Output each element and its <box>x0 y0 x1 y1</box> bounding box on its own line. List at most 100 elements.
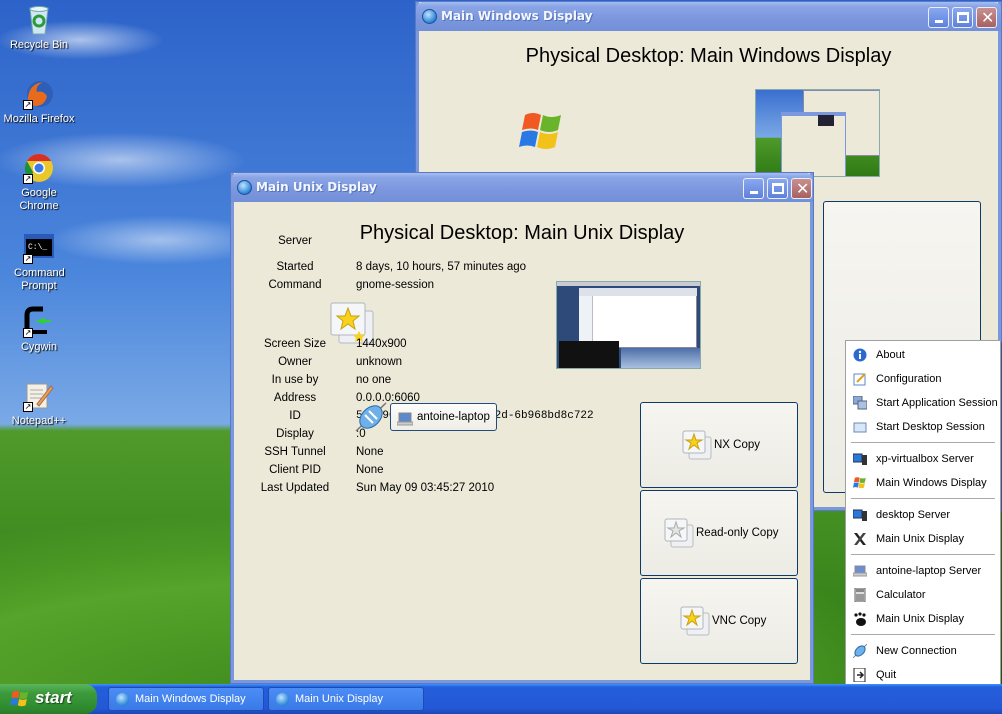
detail-label: Started <box>276 261 314 273</box>
desktop-session-icon <box>853 420 867 434</box>
tray-context-menu[interactable]: About Configuration Start Application Sess… <box>845 340 1001 712</box>
windows-logo-icon <box>853 476 867 490</box>
desktop-icon-label: Recycle Bin <box>9 39 69 51</box>
button-label: VNC Copy <box>712 615 767 627</box>
detail-label: Screen Size <box>263 338 326 350</box>
maximize-button[interactable] <box>767 178 788 199</box>
menu-separator <box>851 634 995 635</box>
app-icon <box>422 9 437 24</box>
shortcut-arrow-icon: ↗ <box>23 174 33 184</box>
vnc-copy-icon <box>679 605 711 640</box>
menu-separator <box>851 498 995 499</box>
menu-item-label: desktop Server <box>876 509 950 521</box>
detail-label: ID <box>289 410 301 422</box>
desktop-icon-command-prompt[interactable]: C:\_ ↗ Command Prompt <box>0 232 78 293</box>
svg-text:C:\_: C:\_ <box>28 243 47 252</box>
start-label: start <box>35 688 72 707</box>
menu-item-xp-virtualbox-server[interactable]: xp-virtualbox Server <box>846 447 1000 471</box>
minimize-button[interactable] <box>743 178 764 199</box>
window-titlebar[interactable]: Main Windows Display ✕ <box>416 2 1001 31</box>
menu-item-start-application-session[interactable]: Start Application Session <box>846 391 1000 415</box>
laptop-icon <box>852 564 868 578</box>
taskbar-button-main-windows-display[interactable]: Main Windows Display <box>108 687 264 711</box>
shortcut-arrow-icon: ↗ <box>23 328 33 338</box>
detail-label: Last Updated <box>260 482 330 494</box>
menu-item-label: Start Application Session <box>876 397 998 409</box>
gnome-foot-icon <box>853 612 867 626</box>
detail-label: Server <box>278 235 312 247</box>
menu-item-label: antoine-laptop Server <box>876 565 982 577</box>
detail-label: SSH Tunnel <box>264 446 326 458</box>
desktop-icon-label: Cygwin <box>20 341 58 353</box>
detail-value: Sun May 09 03:45:27 2010 <box>356 482 495 494</box>
server-link-button[interactable]: antoine-laptop <box>390 403 497 431</box>
shortcut-arrow-icon: ↗ <box>23 100 33 110</box>
detail-value: None <box>356 464 384 476</box>
detail-value: gnome-session <box>356 279 434 291</box>
detail-label: Display <box>276 428 314 440</box>
menu-item-about[interactable]: About <box>846 343 1000 367</box>
window-titlebar[interactable]: Main Unix Display ✕ <box>231 173 813 202</box>
start-button[interactable]: start <box>0 684 97 714</box>
menu-item-label: Configuration <box>876 373 942 385</box>
server-name: antoine-laptop <box>417 411 490 423</box>
nx-copy-button[interactable]: NX Copy <box>640 402 798 488</box>
server-icon <box>852 452 867 466</box>
menu-item-main-unix-display[interactable]: Main Unix Display <box>846 527 1000 551</box>
detail-label: Owner <box>278 356 312 368</box>
close-button[interactable]: ✕ <box>791 178 812 199</box>
menu-item-new-connection[interactable]: New Connection <box>846 639 1000 663</box>
detail-row: Client PID None <box>234 464 634 480</box>
detail-row: Last Updated Sun May 09 03:45:27 2010 <box>234 482 634 498</box>
task-label: Main Windows Display <box>135 693 246 705</box>
menu-item-main-unix-display[interactable]: Main Unix Display <box>846 607 1000 631</box>
command-prompt-icon: C:\_ ↗ <box>23 232 55 264</box>
button-label: Read-only Copy <box>696 527 779 539</box>
menu-item-label: Main Unix Display <box>876 613 965 625</box>
desktop-icon-notepad-plus-plus[interactable]: ↗ Notepad++ <box>0 380 78 428</box>
desktop-icon-label: Notepad++ <box>11 415 67 427</box>
firefox-icon: ↗ <box>23 78 55 110</box>
desktop-icon-chrome[interactable]: ↗ Google Chrome <box>0 152 78 213</box>
taskbar-button-main-unix-display[interactable]: Main Unix Display <box>268 687 424 711</box>
maximize-button[interactable] <box>952 7 973 28</box>
detail-row: Owner unknown <box>234 356 634 372</box>
menu-item-antoine-laptop-server[interactable]: antoine-laptop Server <box>846 559 1000 583</box>
cygwin-icon: ↗ <box>23 306 55 338</box>
menu-item-label: Calculator <box>876 589 926 601</box>
detail-label: Command <box>268 279 322 291</box>
vnc-copy-button[interactable]: VNC Copy <box>640 578 798 664</box>
menu-item-label: Start Desktop Session <box>876 421 985 433</box>
detail-row: SSH Tunnel None <box>234 446 634 462</box>
app-icon <box>237 180 252 195</box>
detail-value: unknown <box>356 356 403 368</box>
menu-item-desktop-server[interactable]: desktop Server <box>846 503 1000 527</box>
x11-icon <box>853 532 867 546</box>
menu-item-configuration[interactable]: Configuration <box>846 367 1000 391</box>
menu-item-start-desktop-session[interactable]: Start Desktop Session <box>846 415 1000 439</box>
close-button[interactable]: ✕ <box>976 7 997 28</box>
desktop-icon-recycle-bin[interactable]: Recycle Bin <box>0 4 78 52</box>
menu-item-label: Quit <box>876 669 897 681</box>
configuration-icon <box>853 372 867 386</box>
desktop-icon-cygwin[interactable]: ↗ Cygwin <box>0 306 78 354</box>
connection-plug-icon <box>354 401 388 433</box>
main-unix-display-window[interactable]: Main Unix Display ✕ Physical Desktop: Ma… <box>231 173 813 683</box>
menu-item-label: New Connection <box>876 645 957 657</box>
detail-row: Command gnome-session <box>234 279 634 295</box>
detail-row: In use by no one <box>234 374 634 390</box>
menu-item-label: xp-virtualbox Server <box>876 453 974 465</box>
desktop-icon-firefox[interactable]: ↗ Mozilla Firefox <box>0 78 78 126</box>
read-only-copy-icon <box>663 517 695 552</box>
menu-item-main-windows-display[interactable]: Main Windows Display <box>846 471 1000 495</box>
detail-label: In use by <box>271 374 319 386</box>
windows-display-thumbnail[interactable] <box>755 89 880 177</box>
menu-item-calculator[interactable]: Calculator <box>846 583 1000 607</box>
windows-logo-icon <box>10 690 30 708</box>
read-only-copy-button[interactable]: Read-only Copy <box>640 490 798 576</box>
recycle-bin-icon <box>23 4 55 36</box>
minimize-button[interactable] <box>928 7 949 28</box>
menu-separator <box>851 554 995 555</box>
desktop-icon-label: Mozilla Firefox <box>3 113 75 125</box>
chrome-icon: ↗ <box>23 152 55 184</box>
